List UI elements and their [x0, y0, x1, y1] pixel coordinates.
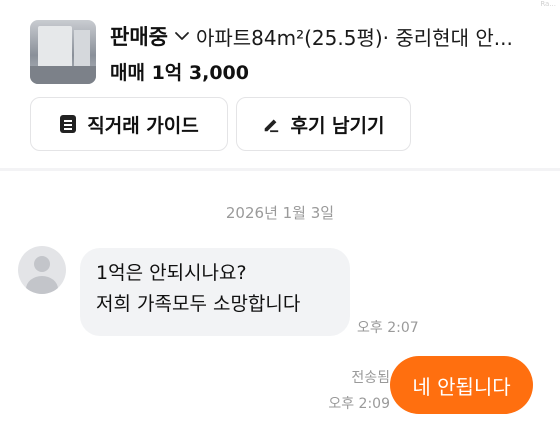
guide-button-label: 직거래 가이드: [87, 114, 199, 137]
avatar-head-shape: [34, 256, 50, 272]
listing-header[interactable]: 판매중 아파트84m²(25.5평)· 중리현대 안... 매매 1억 3,00…: [30, 20, 550, 86]
corner-text: Ra...: [540, 0, 556, 8]
listing-price: 매매 1억 3,000: [110, 62, 249, 84]
chat-date: 2026년 1월 3일: [225, 204, 335, 222]
incoming-message-time: 오후 2:07: [357, 320, 419, 336]
listing-title-line: 판매중 아파트84m²(25.5평)· 중리현대 안...: [110, 22, 550, 50]
incoming-message-bubble[interactable]: 1억은 안되시나요? 저희 가족모두 소망합니다: [80, 248, 350, 336]
write-review-button[interactable]: 후기 남기기: [236, 97, 411, 151]
sale-status[interactable]: 판매중: [110, 22, 168, 50]
avatar-body-shape: [26, 276, 58, 294]
sent-status: 전송됨: [351, 370, 390, 386]
document-icon: [60, 115, 77, 133]
listing-thumbnail[interactable]: [30, 20, 96, 84]
thumbnail-door: [74, 30, 90, 70]
direct-trade-guide-button[interactable]: 직거래 가이드: [30, 97, 228, 151]
default-avatar-icon[interactable]: [18, 246, 66, 294]
review-button-label: 후기 남기기: [290, 114, 385, 137]
incoming-message-line: 저희 가족모두 소망합니다: [96, 293, 301, 315]
section-divider: [0, 168, 560, 171]
outgoing-message-meta: 전송됨 오후 2:09: [328, 365, 390, 417]
thumbnail-floor: [30, 66, 96, 84]
incoming-message-line: 1억은 안되시나요?: [96, 262, 247, 284]
property-info: 아파트84m²(25.5평)· 중리현대 안...: [195, 25, 513, 50]
pencil-icon: [265, 119, 279, 133]
outgoing-message-time: 오후 2:09: [328, 396, 390, 412]
chevron-down-icon[interactable]: [172, 26, 192, 46]
outgoing-message-bubble[interactable]: 네 안됩니다: [390, 356, 533, 414]
